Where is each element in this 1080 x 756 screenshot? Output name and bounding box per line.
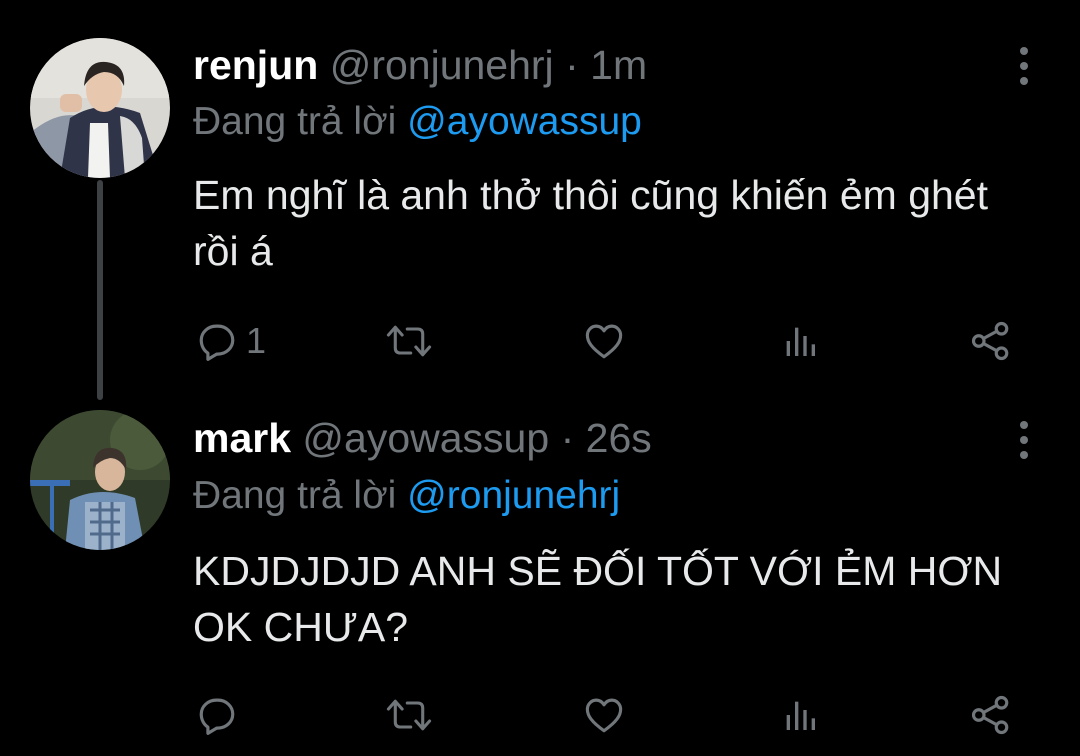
action-bar — [190, 690, 1030, 740]
avatar-photo — [30, 38, 170, 178]
tweet-text: Em nghĩ là anh thở thôi cũng khiến ẻm gh… — [193, 172, 988, 274]
retweet-icon — [386, 699, 432, 731]
retweet-icon — [386, 325, 432, 357]
tweet-renjun[interactable]: renjun @ronjunehrj · 1m Đang trả lời @ay… — [0, 0, 1080, 400]
timestamp[interactable]: 26s — [586, 415, 652, 461]
replying-to: Đang trả lời @ronjunehrj — [193, 472, 620, 520]
stats-button[interactable] — [780, 690, 820, 740]
retweet-button[interactable] — [385, 316, 433, 366]
avatar[interactable] — [30, 410, 170, 550]
replying-to: Đang trả lời @ayowassup — [193, 98, 642, 146]
timestamp[interactable]: 1m — [590, 42, 647, 88]
more-options-button[interactable] — [1012, 418, 1036, 462]
reply-icon — [199, 324, 235, 361]
like-button[interactable] — [583, 690, 625, 740]
user-handle[interactable]: @ronjunehrj — [330, 42, 554, 88]
more-icon — [1020, 47, 1028, 85]
reply-count: 1 — [246, 320, 267, 361]
stats-icon — [786, 327, 815, 356]
like-icon — [585, 324, 623, 359]
tweet-text: KDJDJDJD ANH SẼ ĐỐI TỐT VỚI ẺM HƠN OK CH… — [193, 548, 1003, 650]
more-icon — [1020, 421, 1028, 459]
stats-button[interactable] — [780, 316, 820, 366]
replying-to-label: Đang trả lời — [193, 100, 397, 143]
share-button[interactable] — [970, 690, 1012, 740]
avatar-photo — [30, 410, 170, 550]
like-icon — [585, 698, 623, 733]
reply-button[interactable]: 1 — [196, 316, 266, 366]
share-icon — [971, 321, 1009, 361]
retweet-button[interactable] — [385, 690, 433, 740]
replying-to-mention[interactable]: @ronjunehrj — [407, 474, 620, 517]
share-icon — [971, 695, 1009, 735]
tweet-mark[interactable]: mark @ayowassup · 26s Đang trả lời @ronj… — [0, 380, 1080, 756]
avatar[interactable] — [30, 38, 170, 178]
stats-icon — [786, 701, 815, 730]
separator-dot: · — [560, 415, 575, 461]
action-bar: 1 — [190, 316, 1030, 366]
replying-to-label: Đang trả lời — [193, 474, 397, 517]
display-name[interactable]: mark — [193, 415, 291, 461]
more-options-button[interactable] — [1012, 44, 1036, 88]
user-handle[interactable]: @ayowassup — [302, 415, 549, 461]
separator-dot: · — [565, 42, 579, 88]
replying-to-mention[interactable]: @ayowassup — [407, 100, 642, 143]
like-button[interactable] — [583, 316, 625, 366]
share-button[interactable] — [970, 316, 1012, 366]
thread-connector-line — [97, 180, 103, 400]
display-name[interactable]: renjun — [193, 42, 318, 88]
reply-button[interactable] — [196, 690, 246, 740]
reply-icon — [199, 698, 235, 735]
tweet-header: mark @ayowassup · 26s — [193, 413, 652, 463]
tweet-header: renjun @ronjunehrj · 1m — [193, 40, 647, 90]
